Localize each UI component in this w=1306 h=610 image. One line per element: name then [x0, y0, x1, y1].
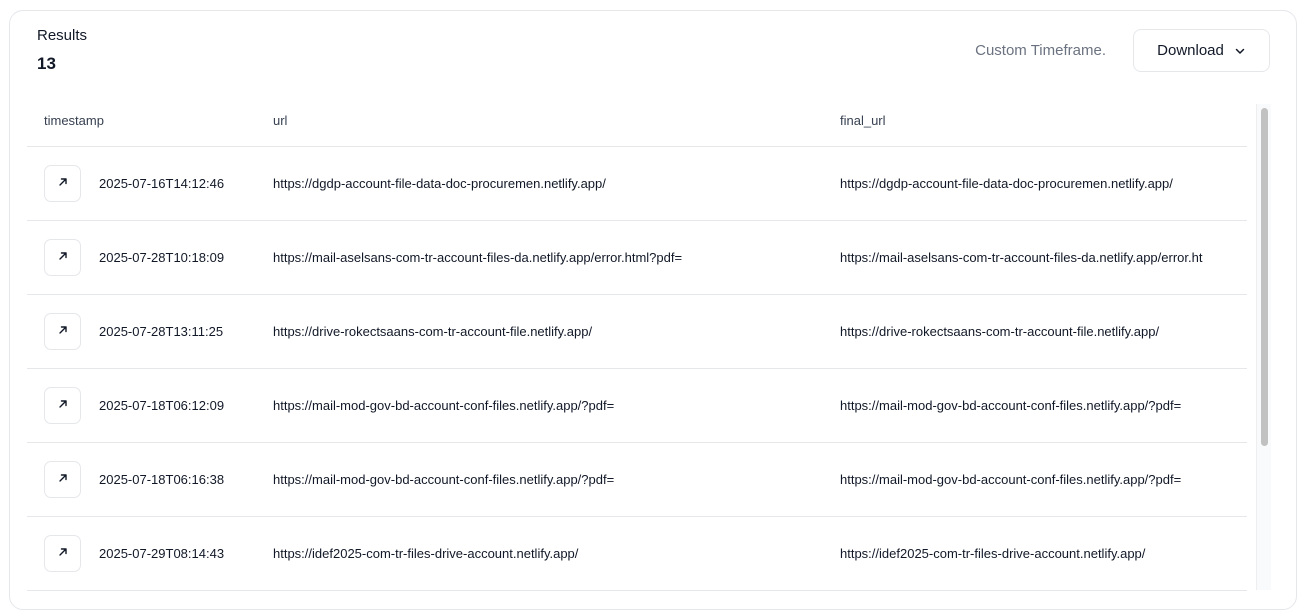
scrollbar-thumb[interactable]	[1261, 108, 1268, 446]
open-row-button[interactable]	[44, 239, 81, 276]
timestamp-cell: 2025-07-29T08:14:43	[99, 546, 225, 561]
download-button[interactable]: Download	[1133, 29, 1270, 72]
open-row-button[interactable]	[44, 165, 81, 202]
table-header: timestamp url final_url	[27, 94, 1247, 147]
table-row: 2025-07-29T08:14:43 https://idef2025-com-…	[27, 517, 1247, 591]
arrow-up-right-icon	[57, 472, 69, 487]
table-row: 2025-07-16T14:12:46 https://dgdp-account-…	[27, 147, 1247, 221]
table-scrollbar[interactable]	[1256, 104, 1271, 590]
final-url-cell: https://dgdp-account-file-data-doc-procu…	[840, 176, 1173, 191]
table-body: 2025-07-16T14:12:46 https://dgdp-account-…	[27, 147, 1247, 591]
arrow-up-right-icon	[57, 324, 69, 339]
url-cell: https://dgdp-account-file-data-doc-procu…	[273, 176, 606, 191]
results-label: Results	[37, 27, 88, 44]
timestamp-cell: 2025-07-28T13:11:25	[99, 324, 224, 339]
url-cell: https://drive-rokectsaans-com-tr-account…	[273, 324, 593, 339]
arrow-up-right-icon	[57, 546, 69, 561]
arrow-up-right-icon	[57, 176, 69, 191]
timestamp-cell: 2025-07-18T06:16:38	[99, 472, 225, 487]
url-cell: https://idef2025-com-tr-files-drive-acco…	[273, 546, 579, 561]
column-header-url[interactable]: url	[273, 113, 287, 128]
column-header-final-url[interactable]: final_url	[840, 113, 886, 128]
final-url-cell: https://mail-aselsans-com-tr-account-fil…	[840, 250, 1203, 265]
final-url-cell: https://idef2025-com-tr-files-drive-acco…	[840, 546, 1146, 561]
open-row-button[interactable]	[44, 387, 81, 424]
column-header-timestamp[interactable]: timestamp	[44, 113, 104, 128]
open-row-button[interactable]	[44, 461, 81, 498]
table-row: 2025-07-18T06:12:09 https://mail-mod-gov-…	[27, 369, 1247, 443]
download-button-label: Download	[1157, 42, 1224, 59]
final-url-cell: https://mail-mod-gov-bd-account-conf-fil…	[840, 398, 1182, 413]
timestamp-cell: 2025-07-28T10:18:09	[99, 250, 225, 265]
chevron-down-icon	[1234, 45, 1246, 57]
results-table: timestamp url final_url 2025-07-16T14:12…	[27, 94, 1247, 600]
timestamp-cell: 2025-07-18T06:12:09	[99, 398, 225, 413]
arrow-up-right-icon	[57, 398, 69, 413]
table-row: 2025-07-28T10:18:09 https://mail-aselsans…	[27, 221, 1247, 295]
arrow-up-right-icon	[57, 250, 69, 265]
results-count: 13	[37, 54, 56, 73]
table-row: 2025-07-28T13:11:25 https://drive-rokects…	[27, 295, 1247, 369]
url-cell: https://mail-mod-gov-bd-account-conf-fil…	[273, 398, 615, 413]
url-cell: https://mail-mod-gov-bd-account-conf-fil…	[273, 472, 615, 487]
table-row: 2025-07-18T06:16:38 https://mail-mod-gov-…	[27, 443, 1247, 517]
timeframe-label: Custom Timeframe.	[975, 42, 1106, 59]
open-row-button[interactable]	[44, 535, 81, 572]
timestamp-cell: 2025-07-16T14:12:46	[99, 176, 225, 191]
final-url-cell: https://drive-rokectsaans-com-tr-account…	[840, 324, 1160, 339]
url-cell: https://mail-aselsans-com-tr-account-fil…	[273, 250, 683, 265]
final-url-cell: https://mail-mod-gov-bd-account-conf-fil…	[840, 472, 1182, 487]
open-row-button[interactable]	[44, 313, 81, 350]
